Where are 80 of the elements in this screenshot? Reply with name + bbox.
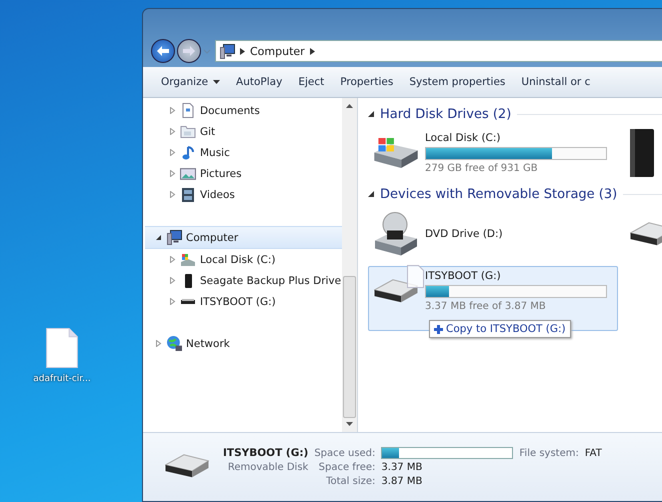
- drop-tooltip: Copy to ITSYBOOT (G:): [429, 320, 571, 338]
- drive-tile[interactable]: DVD Drive (D:): [368, 208, 618, 260]
- collapse-arrow-icon[interactable]: [155, 234, 162, 241]
- folder-icon: [180, 126, 196, 138]
- tree-item[interactable]: Computer: [145, 226, 342, 249]
- free-space-text: 3.37 MB free of 3.87 MB: [425, 301, 547, 312]
- drive-name: ITSYBOOT (G:): [223, 447, 308, 459]
- tree-item[interactable]: Pictures: [167, 163, 342, 184]
- expand-arrow-icon[interactable]: [169, 128, 176, 135]
- forward-button[interactable]: [177, 39, 201, 63]
- drive-name: Local Disk (C:): [425, 132, 502, 144]
- forward-arrow-icon: [183, 46, 195, 56]
- toolbar-button[interactable]: Organize: [153, 72, 228, 92]
- expand-arrow-icon[interactable]: [155, 340, 162, 347]
- scroll-down-icon[interactable]: [346, 422, 353, 426]
- scroll-thumb[interactable]: [343, 276, 356, 418]
- expand-arrow-icon[interactable]: [169, 298, 176, 305]
- tree-item[interactable]: Network: [153, 333, 342, 354]
- music-note-icon: [181, 146, 195, 160]
- film-icon: [182, 188, 194, 202]
- drive-type: Removable Disk: [228, 462, 308, 473]
- tree-item[interactable]: Git: [167, 121, 342, 142]
- drive-tile[interactable]: Local Disk (C:) 279 GB free of 931 GB: [368, 128, 618, 178]
- breadcrumb-arrow-icon[interactable]: [310, 48, 315, 54]
- usb-drive-icon: [630, 222, 662, 246]
- globe-icon: [166, 336, 182, 351]
- scrollbar[interactable]: [342, 98, 357, 432]
- drive-name: DVD Drive (D:): [425, 228, 504, 240]
- toolbar-button[interactable]: AutoPlay: [228, 72, 290, 92]
- toolbar-button[interactable]: Eject: [290, 72, 332, 92]
- collapse-arrow-icon[interactable]: [368, 111, 374, 117]
- group-header[interactable]: Devices with Removable Storage (3): [380, 186, 618, 202]
- group-header[interactable]: Hard Disk Drives (2): [380, 106, 512, 122]
- tree-item[interactable]: Local Disk (C:): [167, 249, 342, 270]
- dragged-file-icon: [407, 265, 424, 288]
- address-bar[interactable]: Computer: [215, 40, 662, 62]
- scroll-up-icon[interactable]: [346, 104, 353, 108]
- file-icon: [46, 328, 78, 368]
- tree-item[interactable]: ITSYBOOT (G:): [167, 291, 342, 312]
- field-value: FAT: [584, 448, 602, 458]
- field-label: Total size:: [326, 476, 376, 487]
- tree-item[interactable]: Videos: [167, 184, 342, 205]
- toolbar-button[interactable]: Properties: [332, 72, 402, 92]
- expand-arrow-icon[interactable]: [169, 277, 176, 284]
- computer-icon: [220, 44, 235, 58]
- breadcrumb[interactable]: Computer: [250, 44, 305, 58]
- drive-name: ITSYBOOT (G:): [425, 270, 502, 282]
- tree-item[interactable]: Seagate Backup Plus Drive: [167, 270, 342, 291]
- field-value: 3.37 MB: [381, 462, 424, 473]
- expand-arrow-icon[interactable]: [169, 107, 176, 114]
- computer-icon: [166, 230, 182, 245]
- usb-drive-icon: [181, 299, 195, 304]
- expand-arrow-icon[interactable]: [169, 170, 176, 177]
- caret-icon: [213, 80, 220, 84]
- breadcrumb-arrow-icon[interactable]: [240, 48, 245, 54]
- external-drive-icon: [184, 274, 192, 288]
- field-value: 3.87 MB: [381, 476, 424, 487]
- picture-icon: [180, 168, 196, 180]
- toolbar-button[interactable]: Uninstall or c: [513, 72, 598, 92]
- plus-icon: [434, 324, 443, 334]
- expand-arrow-icon[interactable]: [169, 149, 176, 156]
- document-icon: [182, 103, 194, 118]
- field-label: File system:: [519, 448, 579, 458]
- usb-drive-icon: [374, 279, 418, 303]
- hard-drive-icon: [181, 254, 195, 266]
- expand-arrow-icon[interactable]: [169, 256, 176, 263]
- field-label: Space free:: [318, 462, 376, 473]
- expand-arrow-icon[interactable]: [169, 191, 176, 198]
- free-space-text: 279 GB free of 931 GB: [425, 163, 539, 174]
- back-arrow-icon: [157, 46, 169, 56]
- external-drive-icon: [630, 129, 654, 177]
- usb-drive-icon: [165, 454, 209, 478]
- field-label: Space used:: [314, 448, 376, 458]
- back-button[interactable]: [151, 39, 175, 63]
- tree-item[interactable]: Documents: [167, 100, 342, 121]
- tree-item[interactable]: Music: [167, 142, 342, 163]
- collapse-arrow-icon[interactable]: [368, 191, 374, 197]
- dvd-drive-icon: [375, 212, 417, 256]
- hard-drive-icon: [374, 138, 418, 168]
- toolbar-button[interactable]: System properties: [401, 72, 514, 92]
